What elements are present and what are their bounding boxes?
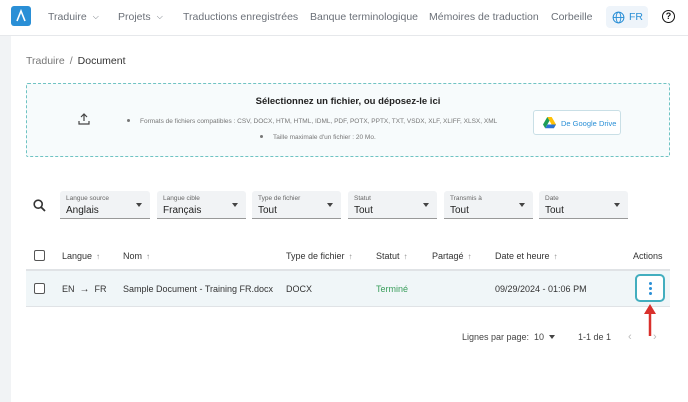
dropdown-arrow-icon	[549, 335, 556, 339]
rows-per-page-label: Lignes par page:	[462, 332, 530, 342]
row-file-type: DOCX	[286, 284, 313, 294]
filter-target-language[interactable]: Langue cible Français	[157, 191, 246, 219]
rows-per-page-select[interactable]: 10	[534, 332, 556, 342]
app-logo-icon[interactable]	[11, 6, 31, 26]
dropdown-arrow-icon	[614, 203, 620, 207]
next-page-icon[interactable]: ›	[653, 331, 657, 343]
row-status: Terminé	[376, 284, 409, 294]
upload-icon	[78, 113, 90, 125]
row-datetime: 09/29/2024 - 01:06 PM	[495, 284, 587, 294]
chevron-down-icon: ⌵	[156, 12, 163, 21]
more-vertical-icon	[649, 282, 652, 285]
dropdown-arrow-icon	[519, 203, 525, 207]
dropdown-arrow-icon	[423, 203, 429, 207]
nav-item-corbeille[interactable]: Corbeille	[551, 11, 592, 23]
column-header-nom[interactable]: Nom ↑	[123, 251, 150, 261]
filter-source-language[interactable]: Langue source Anglais	[60, 191, 150, 219]
globe-icon	[612, 11, 625, 24]
file-dropzone[interactable]: Sélectionnez un fichier, ou déposez-le i…	[26, 83, 670, 157]
sort-arrow-icon: ↑	[553, 252, 558, 261]
pagination-range: 1-1 de 1	[578, 332, 612, 342]
chevron-down-icon: ⌵	[92, 12, 99, 21]
row-actions-menu-button[interactable]	[635, 274, 665, 302]
top-navigation-bar: Traduire ⌵ Projets ⌵ Traductions enregistr…	[0, 0, 688, 36]
max-file-size-text: Taille maximale d'un fichier : 20 Mo.	[260, 134, 376, 141]
sort-arrow-icon: ↑	[403, 252, 408, 261]
breadcrumb: Traduire / Document	[26, 55, 126, 67]
help-circle-icon[interactable]: ?	[662, 10, 675, 23]
column-header-statut[interactable]: Statut ↑	[376, 251, 408, 261]
nav-item-memoires-de-traduction[interactable]: Mémoires de traduction	[429, 11, 539, 23]
column-header-date[interactable]: Date et heure ↑	[495, 251, 558, 261]
column-header-actions: Actions	[633, 251, 663, 261]
row-checkbox[interactable]	[34, 283, 45, 294]
column-header-partage[interactable]: Partagé ↑	[432, 251, 472, 261]
filter-file-type[interactable]: Type de fichier Tout	[252, 191, 341, 219]
dropdown-arrow-icon	[136, 203, 142, 207]
dropdown-arrow-icon	[232, 203, 238, 207]
breadcrumb-separator: /	[69, 55, 73, 67]
nav-item-traductions-enregistrees[interactable]: Traductions enregistrées	[183, 11, 298, 23]
column-header-langue[interactable]: Langue ↑	[62, 251, 100, 261]
previous-page-icon[interactable]: ‹	[628, 331, 632, 343]
nav-item-banque-terminologique[interactable]: Banque terminologique	[310, 11, 418, 23]
breadcrumb-parent[interactable]: Traduire	[26, 55, 65, 67]
dropzone-title: Sélectionnez un fichier, ou déposez-le i…	[255, 96, 441, 107]
column-header-type[interactable]: Type de fichier ↑	[286, 251, 353, 261]
nav-item-traduire[interactable]: Traduire ⌵	[48, 11, 99, 23]
google-drive-icon	[543, 117, 556, 129]
google-drive-button[interactable]: De Google Drive	[533, 110, 621, 135]
filter-date[interactable]: Date Tout	[539, 191, 628, 219]
nav-item-projets[interactable]: Projets ⌵	[118, 11, 163, 23]
sort-arrow-icon: ↑	[96, 252, 101, 261]
arrow-right-icon: →	[79, 284, 90, 295]
language-selector[interactable]: FR	[606, 6, 648, 28]
breadcrumb-current: Document	[77, 55, 126, 67]
row-language-pair: EN → FR	[62, 284, 107, 295]
supported-formats-text: Formats de fichiers compatibles : CSV, D…	[127, 118, 497, 125]
language-label: FR	[629, 11, 643, 23]
sort-arrow-icon: ↑	[348, 252, 353, 261]
dropdown-arrow-icon	[327, 203, 333, 207]
sort-arrow-icon: ↑	[467, 252, 472, 261]
filter-sent-to[interactable]: Transmis à Tout	[444, 191, 533, 219]
select-all-checkbox[interactable]	[34, 250, 45, 261]
row-file-name[interactable]: Sample Document - Training FR.docx	[123, 284, 273, 294]
search-icon[interactable]	[33, 199, 46, 212]
filter-status[interactable]: Statut Tout	[348, 191, 437, 219]
sort-arrow-icon: ↑	[146, 252, 151, 261]
